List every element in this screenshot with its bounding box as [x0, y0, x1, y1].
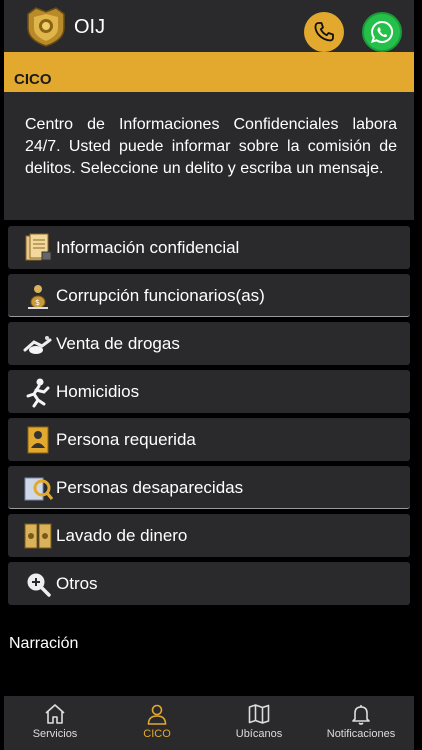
- bell-icon: [352, 705, 370, 725]
- missing-persons-icon: [24, 477, 54, 501]
- section-title-bar: CICO: [4, 52, 414, 92]
- menu-item-label: Venta de drogas: [56, 334, 180, 353]
- phone-icon: [314, 22, 334, 42]
- homicide-icon: [26, 378, 50, 408]
- oij-badge-logo: [27, 7, 65, 47]
- menu-item-label: Persona requerida: [56, 430, 196, 449]
- money-laundering-icon: [24, 523, 52, 549]
- home-icon: [45, 704, 65, 724]
- menu-item-label: Información confidencial: [56, 238, 240, 257]
- whatsapp-button[interactable]: [362, 12, 402, 52]
- tab-cico[interactable]: CICO: [106, 696, 208, 750]
- menu-item-homicidios[interactable]: Homicidios: [8, 370, 410, 413]
- tab-label: Servicios: [32, 728, 78, 740]
- narration-label: Narración: [9, 635, 79, 652]
- menu-item-otros[interactable]: Otros: [8, 562, 410, 605]
- tab-label: CICO: [143, 728, 171, 740]
- svg-text:$: $: [35, 298, 40, 307]
- menu-item-informacion-confidencial[interactable]: Información confidencial: [8, 226, 410, 269]
- whatsapp-icon: [370, 20, 394, 44]
- intro-panel: Centro de Informaciones Confidenciales l…: [4, 92, 414, 220]
- section-title: CICO: [14, 71, 52, 88]
- wanted-person-icon: [27, 426, 49, 454]
- menu-item-label: Lavado de dinero: [56, 526, 188, 545]
- confidential-document-icon: [25, 233, 52, 261]
- menu-item-label: Corrupción funcionarios(as): [56, 286, 265, 305]
- menu-item-corrupcion[interactable]: $ Corrupción funcionarios(as): [8, 274, 410, 317]
- menu-item-venta-drogas[interactable]: Venta de drogas: [8, 322, 410, 365]
- menu-item-lavado-dinero[interactable]: Lavado de dinero: [8, 514, 410, 557]
- menu-item-personas-desaparecidas[interactable]: Personas desaparecidas: [8, 466, 410, 509]
- bottom-tab-bar: Servicios CICO Ubícanos Notificaciones: [4, 696, 414, 750]
- menu-item-label: Homicidios: [56, 382, 140, 401]
- tab-ubicanos[interactable]: Ubícanos: [208, 696, 310, 750]
- crime-menu: Información confidencial $ Corrupción fu…: [8, 226, 410, 610]
- map-icon: [248, 704, 270, 724]
- app-header: OIJ: [4, 0, 414, 52]
- tab-label: Notificaciones: [326, 728, 396, 740]
- app-title: OIJ: [74, 16, 106, 38]
- drugs-icon: [23, 336, 52, 354]
- menu-item-persona-requerida[interactable]: Persona requerida: [8, 418, 410, 461]
- call-button[interactable]: [304, 12, 344, 52]
- menu-item-label: Otros: [56, 574, 98, 593]
- intro-text: Centro de Informaciones Confidenciales l…: [25, 116, 397, 177]
- corruption-icon: $: [28, 285, 48, 309]
- tab-label: Ubícanos: [235, 728, 283, 740]
- person-icon: [147, 704, 167, 725]
- tab-servicios[interactable]: Servicios: [4, 696, 106, 750]
- tab-notificaciones[interactable]: Notificaciones: [310, 696, 412, 750]
- menu-item-label: Personas desaparecidas: [56, 478, 244, 497]
- search-plus-icon: [27, 573, 51, 597]
